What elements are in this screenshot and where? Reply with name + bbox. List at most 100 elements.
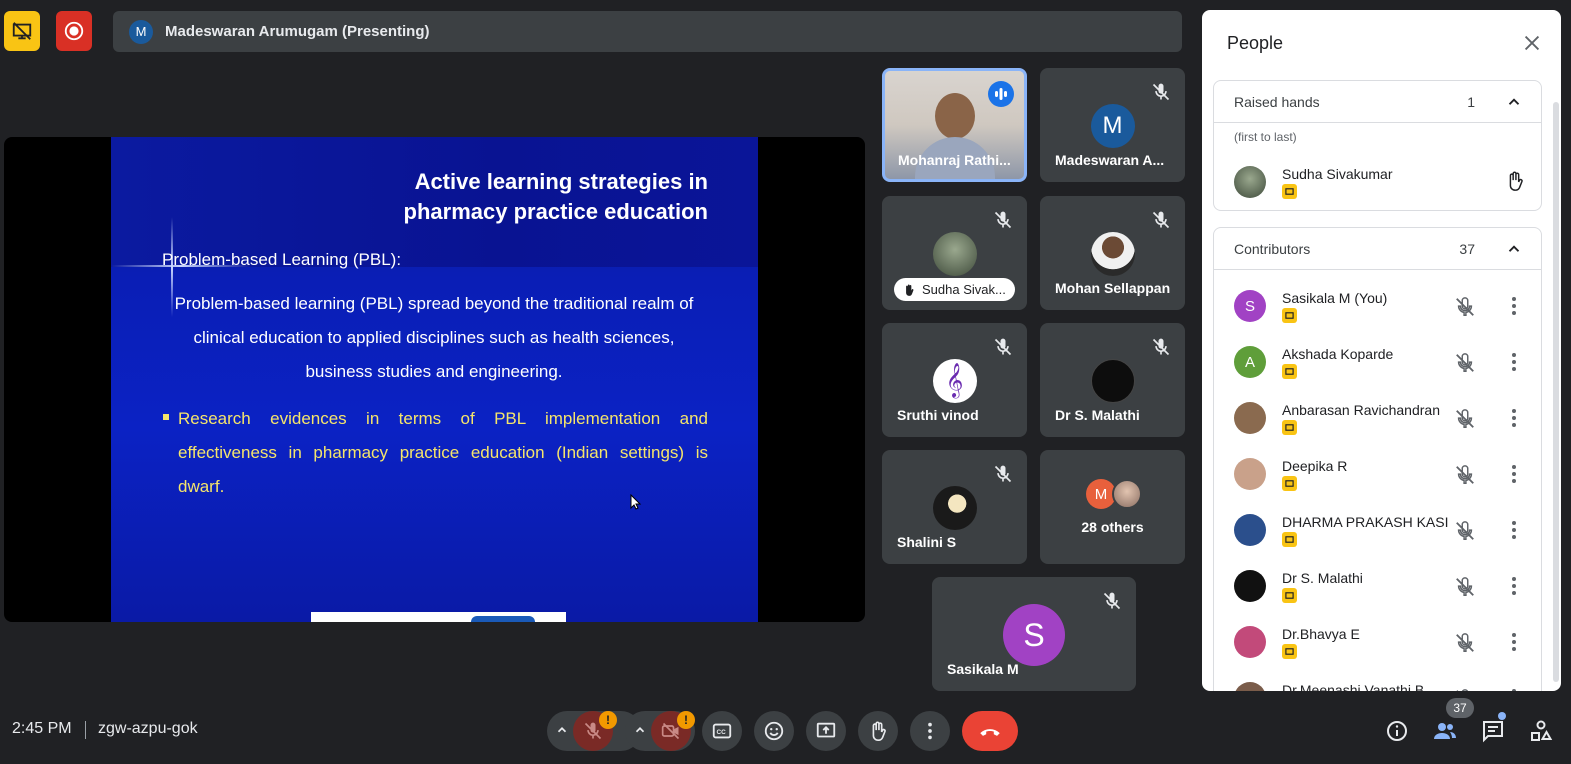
self-tile[interactable]: S Sasikala M (932, 577, 1136, 691)
close-icon[interactable] (1521, 32, 1543, 54)
host-badge-icon (1282, 588, 1297, 603)
recording-icon[interactable] (56, 11, 92, 51)
more-vert-icon[interactable] (1506, 574, 1522, 598)
list-item[interactable]: Deepika R (1234, 458, 1534, 514)
mic-off-icon[interactable] (1454, 352, 1476, 374)
presenter-label: Madeswaran Arumugam (Presenting) (165, 23, 430, 40)
more-vert-icon[interactable] (1506, 294, 1522, 318)
participant-tile[interactable]: 𝄞 Sruthi vinod (882, 323, 1027, 437)
host-badge-icon (1282, 420, 1297, 435)
raised-hand-icon (906, 283, 914, 296)
section-count: 1 (1467, 94, 1475, 110)
list-item[interactable]: Dr.Bhavya E (1234, 626, 1534, 682)
list-item[interactable]: Anbarasan Ravichandran (1234, 402, 1534, 458)
participant-name: Sasikala M (947, 661, 1019, 677)
mic-off-icon[interactable] (1454, 464, 1476, 486)
list-item[interactable]: DHARMA PRAKASH KASI (1234, 514, 1534, 570)
participant-avatar (932, 232, 977, 276)
chat-icon[interactable] (1481, 719, 1505, 743)
more-vert-icon[interactable] (1506, 462, 1522, 486)
chevron-up-icon[interactable] (1505, 240, 1523, 258)
participant-tile[interactable]: Dr S. Malathi (1040, 323, 1185, 437)
mic-off-icon (1152, 211, 1170, 229)
participant-name: Dr.Bhavya E (1282, 626, 1360, 642)
raised-hands-header[interactable]: Raised hands 1 (1214, 81, 1541, 123)
avatar: A (1234, 346, 1266, 378)
slide-paragraph: Problem-based learning (PBL) spread beyo… (174, 294, 694, 381)
slide-bullet-text: Research evidences in terms of PBL imple… (178, 409, 708, 496)
list-item[interactable]: Sudha Sivakumar (1234, 166, 1534, 222)
captions-button[interactable]: CC (702, 711, 742, 751)
more-options-button[interactable] (910, 711, 950, 751)
participant-tile[interactable]: Shalini S (882, 450, 1027, 564)
present-button[interactable] (806, 711, 846, 751)
others-avatar-2 (1112, 479, 1142, 509)
list-item[interactable]: S Sasikala M (You) (1234, 290, 1534, 346)
presenter-bar[interactable]: M Madeswaran Arumugam (Presenting) (113, 11, 1182, 52)
presenter-avatar: M (129, 19, 153, 44)
treble-clef-icon: 𝄞 (932, 359, 977, 403)
chevron-up-icon[interactable] (555, 723, 569, 737)
chevron-up-icon[interactable] (1505, 93, 1523, 111)
avatar (1234, 458, 1266, 490)
avatar (1234, 682, 1266, 691)
participant-name: Deepika R (1282, 458, 1348, 474)
participant-name: Sudha Sivakumar (1282, 166, 1393, 182)
mic-off-icon[interactable] (1454, 296, 1476, 318)
others-label: 28 others (1081, 519, 1144, 535)
list-item[interactable]: A Akshada Koparde (1234, 346, 1534, 402)
section-title: Contributors (1234, 241, 1311, 257)
participant-name: DHARMA PRAKASH KASI (1282, 514, 1449, 530)
presentation-off-icon[interactable] (4, 11, 40, 51)
list-item[interactable]: Dr S. Malathi (1234, 570, 1534, 626)
more-vert-icon[interactable] (1506, 686, 1522, 691)
participant-avatar (1090, 232, 1135, 276)
section-title: Raised hands (1234, 94, 1320, 110)
participant-name: Dr.Meenashi Vanathi B (1282, 682, 1425, 691)
participant-avatar: S (1003, 604, 1065, 666)
activities-icon[interactable] (1529, 719, 1553, 743)
list-item[interactable]: Dr.Meenashi Vanathi B (1234, 682, 1534, 691)
clock: 2:45 PM (12, 720, 72, 737)
mic-off-icon[interactable] (1454, 632, 1476, 654)
chevron-up-icon[interactable] (633, 723, 647, 737)
mic-off-icon[interactable] (1454, 520, 1476, 542)
participant-avatar (932, 486, 977, 530)
meeting-code[interactable]: zgw-azpu-gok (98, 720, 198, 738)
host-badge-icon (1282, 364, 1297, 379)
raise-hand-button[interactable] (858, 711, 898, 751)
people-icon[interactable] (1433, 719, 1457, 743)
participant-tile[interactable]: M Madeswaran A... (1040, 68, 1185, 182)
leave-call-button[interactable] (962, 711, 1018, 751)
present-screen-icon (816, 722, 836, 738)
participant-tile[interactable]: Sudha Sivak... (882, 196, 1027, 310)
raised-hand-chip: Sudha Sivak... (894, 278, 1015, 301)
host-badge-icon (1282, 308, 1297, 323)
participant-name: Akshada Koparde (1282, 346, 1394, 362)
reactions-button[interactable] (754, 711, 794, 751)
more-vert-icon[interactable] (1506, 518, 1522, 542)
more-vert-icon[interactable] (1506, 630, 1522, 654)
others-tile[interactable]: M 28 others (1040, 450, 1185, 564)
mic-off-icon[interactable] (1454, 576, 1476, 598)
contributors-header[interactable]: Contributors 37 (1214, 228, 1541, 270)
participant-name: Mohan Sellappan (1055, 280, 1171, 296)
raised-hand-icon[interactable] (1504, 168, 1526, 194)
participant-tile[interactable]: Mohan Sellappan (1040, 196, 1185, 310)
info-icon[interactable] (1385, 719, 1409, 743)
mic-off-icon (1152, 338, 1170, 356)
panel-scrollbar[interactable] (1553, 102, 1559, 682)
emoji-icon (764, 721, 784, 741)
more-vert-icon[interactable] (1506, 406, 1522, 430)
participant-name: Sasikala M (You) (1282, 290, 1388, 306)
more-vert-icon[interactable] (1506, 350, 1522, 374)
mic-off-icon[interactable] (1454, 688, 1476, 691)
mic-off-icon[interactable] (1454, 408, 1476, 430)
shared-screen: Active learning strategies in pharmacy p… (4, 137, 865, 622)
participant-name: Mohanraj Rathi... (898, 152, 1011, 168)
mic-off-icon (1103, 592, 1121, 610)
contributors-section: Contributors 37 S Sasikala M (You) A Akshad… (1213, 227, 1542, 691)
participant-tile[interactable]: Mohanraj Rathi... (882, 68, 1027, 182)
host-badge-icon (1282, 476, 1297, 491)
slide-bullet: Research evidences in terms of PBL imple… (163, 402, 708, 504)
